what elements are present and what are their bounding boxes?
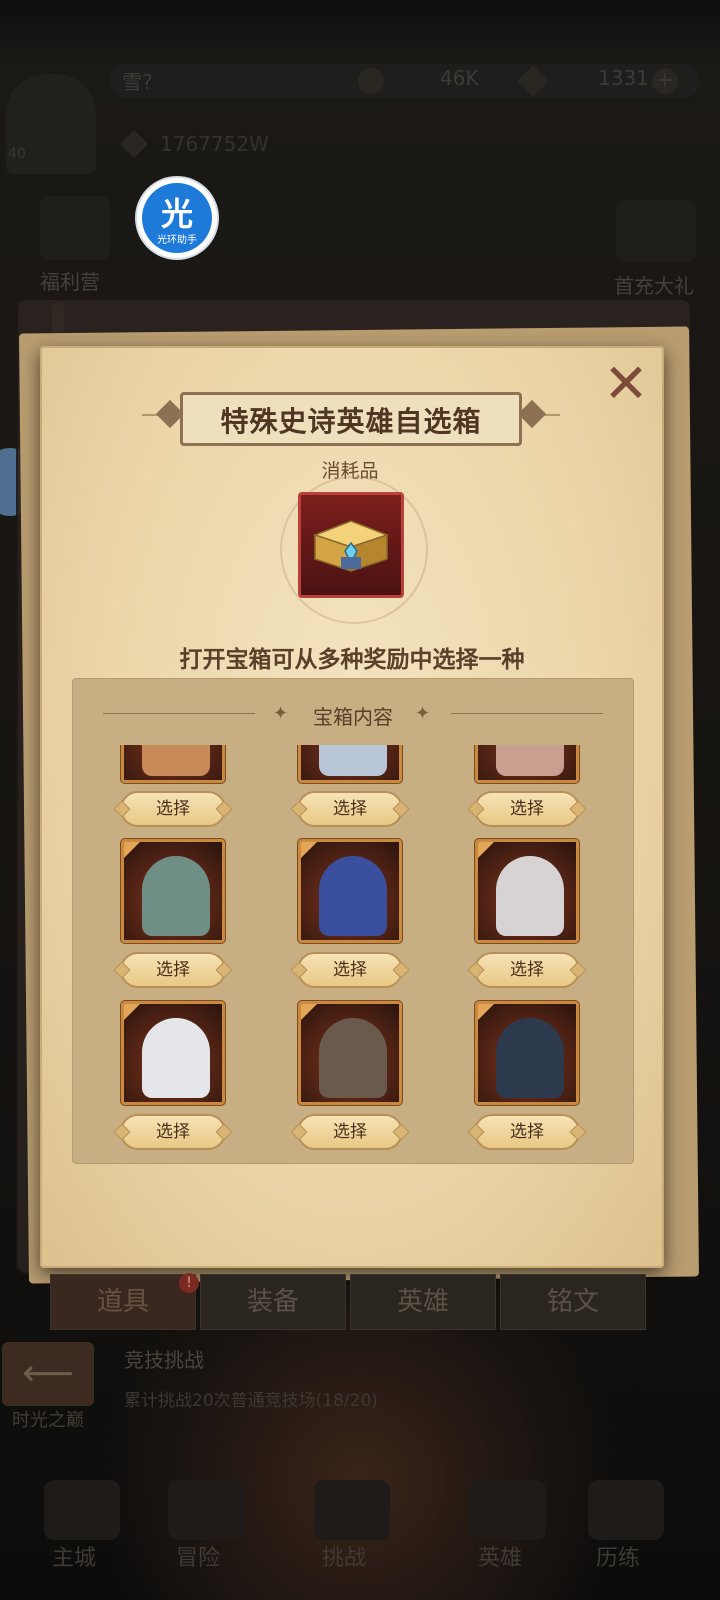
assistant-icon: 光 光环助手 [142, 183, 212, 253]
player-name: 雪? [122, 70, 153, 94]
nav-icon[interactable] [588, 1480, 664, 1540]
select-hero-button[interactable]: 选择 [474, 791, 580, 827]
nav-label[interactable]: 挑战 [322, 1540, 366, 1572]
rarity-corner [301, 842, 317, 858]
nav-icon[interactable] [314, 1480, 390, 1540]
nav-icon[interactable] [168, 1480, 244, 1540]
welfare-camp-label: 福利营 [40, 270, 100, 294]
hero-portrait[interactable] [121, 1001, 225, 1105]
select-hero-button[interactable]: 选择 [120, 952, 226, 988]
hero-face-icon [319, 856, 387, 936]
hero-portrait[interactable] [298, 1001, 402, 1105]
select-hero-button[interactable]: 选择 [474, 952, 580, 988]
welfare-camp-icon [40, 196, 110, 260]
quest-title: 竞技挑战 [124, 1348, 204, 1372]
hero-face-icon [496, 1018, 564, 1098]
add-gem-icon: + [652, 68, 678, 94]
nav-icon[interactable] [470, 1480, 546, 1540]
hero-face-icon [142, 1018, 210, 1098]
combat-power: 1767752W [160, 132, 269, 156]
hero-portrait[interactable] [475, 839, 579, 943]
select-hero-button[interactable]: 选择 [297, 952, 403, 988]
chest-item-icon [298, 492, 404, 598]
hero-portrait[interactable] [121, 745, 225, 783]
back-arrow-icon[interactable]: ⟵ [2, 1342, 94, 1406]
chest-icon [312, 520, 390, 573]
rarity-corner [478, 1004, 494, 1020]
player-level: 40 [8, 146, 26, 162]
gold-icon [358, 68, 384, 94]
inventory-tabs: 道具! 装备 英雄 铭文 [50, 1273, 650, 1330]
gold-amount: 46K [440, 66, 479, 90]
hero-face-icon [496, 856, 564, 936]
tab-runes[interactable]: 铭文 [500, 1274, 646, 1330]
nav-label[interactable]: 英雄 [478, 1540, 522, 1572]
gem-amount: 1331 [598, 66, 649, 90]
frame-pin [52, 302, 64, 336]
assistant-button[interactable]: 光 光环助手 [137, 178, 217, 258]
item-description: 打开宝箱可从多种奖励中选择一种 [179, 647, 525, 673]
hero-portrait[interactable] [475, 745, 579, 783]
hero-face-icon [142, 745, 210, 776]
hero-face-icon [496, 745, 564, 776]
assistant-label: 光环助手 [157, 235, 197, 246]
hero-face-icon [319, 1018, 387, 1098]
nav-label[interactable]: 主城 [52, 1540, 96, 1572]
rarity-corner [124, 842, 140, 858]
first-recharge-label: 首充大礼 [614, 274, 694, 298]
quest-description: 累计挑战20次普通竞技场(18/20) [124, 1391, 378, 1411]
hero-portrait[interactable] [298, 839, 402, 943]
select-hero-button[interactable]: 选择 [120, 791, 226, 827]
chest-contents-panel: ✦ ✦ 宝箱内容 选择 选择 选择 选择 选择 选择 选择 选择 选择 [72, 678, 634, 1164]
close-button[interactable]: ✕ [602, 357, 650, 411]
tab-items[interactable]: 道具! [50, 1273, 199, 1330]
rarity-corner [301, 1004, 317, 1020]
select-hero-button[interactable]: 选择 [120, 1114, 226, 1150]
select-hero-button[interactable]: 选择 [474, 1114, 580, 1150]
hero-portrait[interactable] [298, 745, 402, 783]
hero-face-icon [319, 745, 387, 776]
back-label: 时光之巅 [12, 1410, 84, 1431]
notification-badge: ! [179, 1273, 199, 1293]
hero-grid[interactable]: 选择 选择 选择 选择 选择 选择 选择 选择 选择 [73, 745, 633, 1163]
hero-portrait[interactable] [475, 1001, 579, 1105]
contents-title: 宝箱内容 [313, 705, 393, 729]
nav-label[interactable]: 历练 [596, 1540, 640, 1572]
modal-title: 特殊史诗英雄自选箱 [180, 392, 522, 446]
rarity-corner [478, 842, 494, 858]
hero-face-icon [142, 856, 210, 936]
select-hero-button[interactable]: 选择 [297, 791, 403, 827]
select-hero-button[interactable]: 选择 [297, 1114, 403, 1150]
nav-label[interactable]: 冒险 [176, 1540, 220, 1572]
assistant-char: 光 [160, 195, 193, 233]
tab-equipment[interactable]: 装备 [200, 1274, 346, 1330]
rarity-corner [124, 1004, 140, 1020]
nav-icon[interactable] [44, 1480, 120, 1540]
tab-heroes[interactable]: 英雄 [350, 1274, 496, 1330]
first-recharge-icon [616, 200, 696, 262]
hero-portrait[interactable] [121, 839, 225, 943]
